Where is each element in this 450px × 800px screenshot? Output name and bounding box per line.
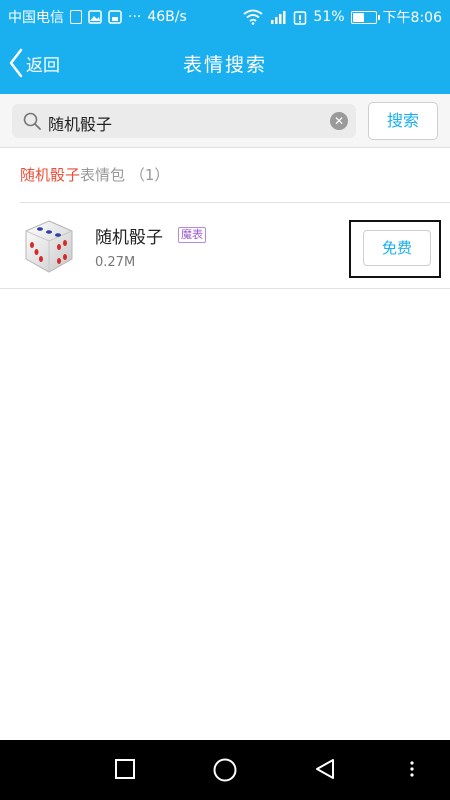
save-icon (108, 10, 122, 24)
free-download-button[interactable]: 免费 (363, 230, 431, 266)
search-query: 随机骰子 (48, 115, 113, 134)
item-name: 随机骰子 (95, 228, 163, 248)
search-row: 随机骰子 ✕ 搜索 (0, 94, 450, 148)
clear-icon[interactable]: ✕ (330, 112, 348, 130)
dice-icon (25, 220, 73, 273)
status-bar: 中国电信 ··· 46B/s 51% 下午8:06 (0, 0, 450, 32)
search-icon (23, 112, 41, 130)
list-item[interactable]: 随机骰子 魔表 0.27M 免费 (0, 203, 450, 289)
results-header: 随机骰子表情包 （1） (20, 164, 169, 185)
results-count: （1） (129, 166, 170, 184)
item-badge: 魔表 (178, 227, 206, 243)
network-speed: 46B/s (147, 9, 187, 25)
search-button[interactable]: 搜索 (368, 102, 438, 140)
item-size: 0.27M (95, 255, 136, 270)
clock: 下午8:06 (382, 10, 442, 26)
carrier-label: 中国电信 (8, 10, 64, 26)
alarm-icon (294, 11, 307, 25)
battery-icon (350, 10, 380, 24)
battery-percent: 51% (313, 9, 345, 25)
page-title: 表情搜索 (182, 54, 267, 76)
home-button[interactable] (212, 758, 238, 782)
search-input[interactable]: 随机骰子 ✕ (12, 104, 356, 138)
results-type: 表情包 (80, 166, 126, 184)
battery-fill (352, 12, 364, 22)
more-dots: ··· (128, 9, 142, 25)
nav-bar: 返回 表情搜索 (0, 32, 450, 94)
system-nav-bar (0, 740, 450, 800)
sim-icon (70, 10, 82, 24)
signal-4g-icon (271, 11, 286, 24)
highlight-box: 免费 (349, 220, 441, 278)
menu-button[interactable] (408, 758, 416, 780)
image-icon (88, 10, 102, 24)
status-bar-left: 中国电信 ··· 46B/s (8, 7, 187, 27)
status-bar-right: 51% 下午8:06 (243, 7, 442, 27)
back-nav-button[interactable] (314, 758, 336, 780)
recent-apps-button[interactable] (114, 758, 136, 780)
results-keyword: 随机骰子 (20, 166, 81, 184)
wifi-icon (243, 9, 263, 25)
